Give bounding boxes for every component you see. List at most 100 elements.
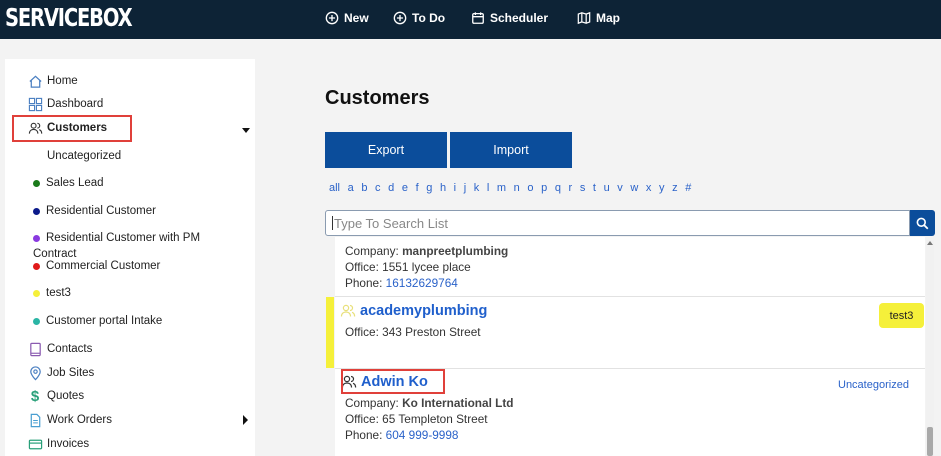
company-name: Ko International Ltd [402,396,514,410]
sidebar-item-label: Job Sites [47,367,95,379]
search-input[interactable]: Type To Search List [325,210,910,236]
customer-type-residential[interactable]: Residential Customer [33,205,156,217]
home-icon [27,73,43,89]
alphabet-letter-link[interactable]: z [672,182,678,194]
alphabet-letter-link[interactable]: y [659,182,665,194]
dollar-icon: $ [30,387,40,405]
sidebar-item-label: Home [47,75,78,87]
phone-link[interactable]: 604 999-9998 [386,428,459,442]
book-icon [27,341,43,357]
user-icon [340,304,356,317]
sidebar-item-label: Contacts [47,343,93,355]
customer-type-label: Residential Customer [46,205,156,217]
export-button[interactable]: Export [325,132,447,168]
category-link[interactable]: Uncategorized [838,379,909,391]
plus-circle-icon [393,11,407,25]
office-address: 343 Preston Street [382,325,481,339]
scrollbar-thumb[interactable] [927,427,933,456]
alphabet-letter-link[interactable]: u [604,182,610,194]
alphabet-letter-link[interactable]: g [426,182,432,194]
alphabet-letter-link[interactable]: r [569,182,573,194]
sidebar-item-dashboard[interactable]: Dashboard [27,96,103,112]
sidebar-item-label: Work Orders [47,414,112,426]
nav-todo-button[interactable]: To Do [393,9,445,27]
sidebar-item-label: Invoices [47,438,90,450]
customer-company: Company: manpreetplumbing [345,244,508,258]
sidebar-item-contacts[interactable]: Contacts [27,341,92,357]
alphabet-letter-link[interactable]: f [416,182,419,194]
calendar-icon [472,12,484,24]
alphabet-letter-link[interactable]: t [593,182,596,194]
customer-phone: Phone: 16132629764 [345,276,458,290]
search-placeholder: Type To Search List [334,215,448,231]
sidebar-item-job-sites[interactable]: Job Sites [27,365,94,381]
alphabet-letter-link[interactable]: h [440,182,446,194]
category-accent-bar [326,297,334,368]
customers-highlight [12,115,132,142]
company-name: manpreetplumbing [402,244,509,258]
alphabet-letter-link[interactable]: w [630,182,638,194]
alphabet-letter-link[interactable]: v [617,182,623,194]
customer-type-label: Sales Lead [46,177,104,189]
alphabet-letter-link[interactable]: # [685,182,691,194]
company-label: Company: [345,244,399,258]
alphabet-letter-link[interactable]: i [454,182,456,194]
alphabet-filter: all a b c d e f g h i j k l m n o p q r s t u v w x y z # [329,182,699,194]
alphabet-letter-link[interactable]: l [487,182,489,194]
sidebar-item-work-orders[interactable]: Work Orders [27,412,112,428]
alphabet-letter-link[interactable]: q [555,182,561,194]
office-label: Office: [345,412,379,426]
alphabet-letter-link[interactable]: x [646,182,652,194]
customer-type-commercial[interactable]: Commercial Customer [33,260,160,272]
nav-new-label: New [344,11,369,25]
alphabet-letter-link[interactable]: o [527,182,533,194]
nav-map-button[interactable]: Map [577,9,620,27]
scroll-up-arrow-icon[interactable] [927,241,933,245]
nav-scheduler-label: Scheduler [490,11,549,25]
alphabet-letter-link[interactable]: e [402,182,408,194]
office-address: 1551 lycee place [382,260,471,274]
customer-type-sales-lead[interactable]: Sales Lead [33,177,104,189]
customer-name-link[interactable]: academyplumbing [340,303,487,319]
status-dot [33,179,40,187]
sidebar-item-invoices[interactable]: Invoices [27,436,89,452]
alphabet-letter-link[interactable]: m [497,182,506,194]
nav-scheduler-button[interactable]: Scheduler [471,9,548,27]
office-label: Office: [345,325,379,339]
alphabet-letter-link[interactable]: j [464,182,466,194]
chevron-right-icon[interactable] [243,415,248,425]
sidebar-item-label: Dashboard [47,98,104,110]
customer-office: Office: 1551 lycee place [345,260,471,274]
customer-type-label: Commercial Customer [46,260,161,272]
alphabet-letter-link[interactable]: a [348,182,354,194]
app-logo[interactable]: SERVICEBOX [5,3,133,32]
customer-type-uncategorized[interactable]: Uncategorized [47,150,121,162]
search-icon [916,217,929,229]
sidebar-item-quotes[interactable]: $ Quotes [27,387,84,405]
phone-link[interactable]: 16132629764 [386,276,458,290]
chevron-down-icon[interactable] [242,128,250,133]
alphabet-letter-link[interactable]: c [375,182,381,194]
phone-label: Phone: [345,276,383,290]
search-button[interactable] [910,210,935,236]
company-label: Company: [345,396,399,410]
customer-type-portal-intake[interactable]: Customer portal Intake [33,315,162,327]
alphabet-letter-link[interactable]: d [388,182,394,194]
nav-todo-label: To Do [412,11,446,25]
alphabet-letter-link[interactable]: p [541,182,547,194]
import-button[interactable]: Import [450,132,572,168]
customer-type-test3[interactable]: test3 [33,287,71,299]
customer-type-residential-pm[interactable]: Residential Customer with PM [33,232,200,244]
phone-label: Phone: [345,428,383,442]
alphabet-letter-link[interactable]: n [514,182,520,194]
customer-type-label: test3 [46,287,71,299]
alphabet-letter-link[interactable]: k [474,182,480,194]
alphabet-letter-link[interactable]: s [580,182,586,194]
customer-type-label: Customer portal Intake [46,315,163,327]
alphabet-letter-link[interactable]: b [361,182,367,194]
nav-new-button[interactable]: New [325,9,369,27]
list-scrollbar[interactable] [926,240,934,456]
alphabet-letter-link[interactable]: all [329,182,340,194]
map-icon [577,11,591,25]
sidebar-item-home[interactable]: Home [27,73,78,89]
